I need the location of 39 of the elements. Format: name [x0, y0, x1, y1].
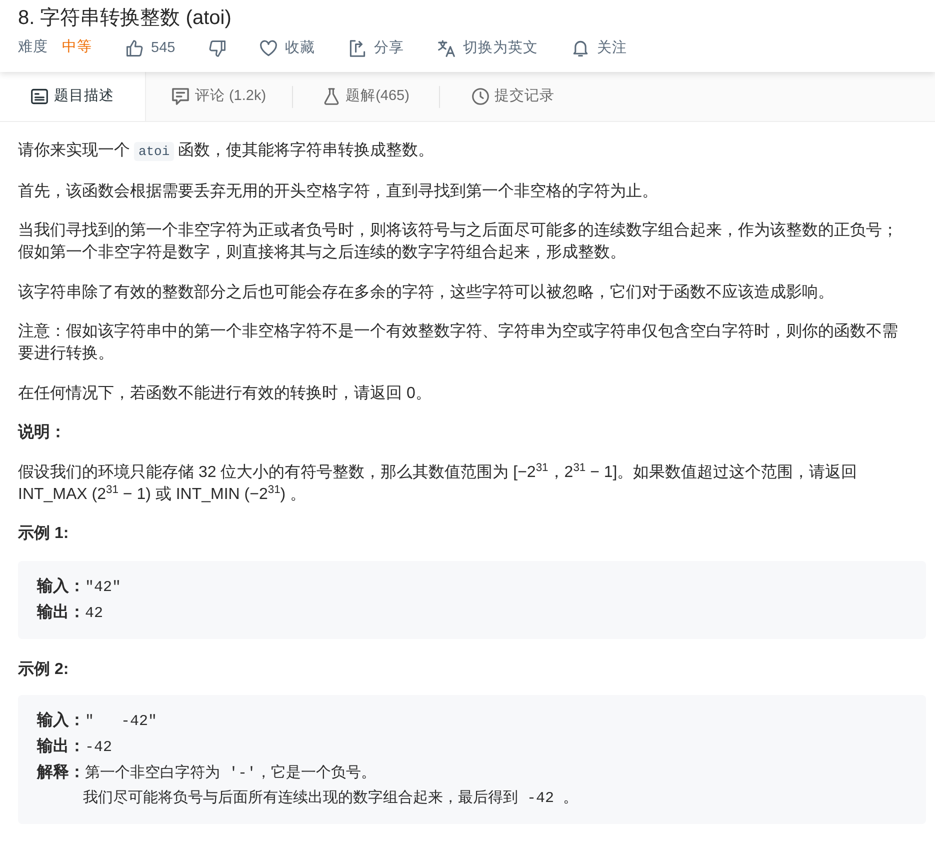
thumbs-up-icon: [126, 40, 143, 56]
difficulty-value: 中等: [62, 38, 92, 58]
follow-button[interactable]: 关注: [572, 38, 628, 58]
favorite-button[interactable]: 收藏: [260, 38, 316, 58]
problem-title: 8. 字符串转换整数 (atoi): [18, 6, 232, 31]
paragraph: 该字符串除了有效的整数部分之后也可能会存在多余的字符，这些字符可以被忽略，它们对于函数不应该造成影响。: [18, 282, 835, 302]
bell-icon: [572, 40, 590, 56]
tab[interactable]: 提交记录: [440, 72, 586, 121]
paragraph: 在任何情况下，若函数不能进行有效的转换时，请返回 0。: [18, 384, 432, 404]
translate-button[interactable]: 切换为英文: [438, 38, 538, 58]
heart-icon: [260, 40, 278, 56]
example-line: 解释：第一个非空白字符为 '-'，它是一个负号。: [37, 762, 378, 784]
paragraph: 假设我们的环境只能存储 32 位大小的有符号整数，那么其数值范围为 [−2$^{31}$，2$^{31}$ − 1]。如果数值超过这个范围，请返回 INT_MAX (2$^{31}$ − 1) 或 INT_MIN (−2$^{31}$) 。: [18, 462, 858, 504]
paragraph: 当我们寻找到的第一个非空字符为正或者负号时，则将该符号与之后面尽可能多的连续数字组合起来，作为该整数的正负号； 假如第一个非空字符是数字，则直接将其与之后连续的数字字符组合起来，形成整数。: [18, 220, 899, 263]
clock-icon: [472, 88, 488, 105]
like-button[interactable]: 545: [126, 38, 176, 58]
example-line: 输入："42": [37, 576, 122, 598]
example-line: 输出：-42: [37, 736, 114, 758]
dislike-button[interactable]: [209, 40, 226, 56]
paragraph: 请你来实现一个 atoi 函数，使其能将字符串转换成整数。: [18, 140, 436, 163]
example-line: 我们尽可能将负号与后面所有连续出现的数字组合起来，最后得到 -42 。: [82, 788, 580, 809]
tab[interactable]: 题目描述: [0, 72, 146, 121]
section-heading: 说明：: [18, 422, 67, 443]
paragraph: 首先，该函数会根据需要丢弃无用的开头空格字符，直到寻找到第一个非空格的字符为止。: [18, 182, 659, 202]
tab[interactable]: 评论 (1.2k): [146, 72, 292, 121]
share-button[interactable]: 分享: [349, 38, 404, 58]
translate-icon: [438, 40, 456, 56]
comment-icon: [172, 88, 189, 105]
section-heading: 示例 1:: [18, 524, 70, 544]
flask-icon: [322, 88, 340, 105]
section-heading: 示例 2:: [18, 660, 70, 680]
share-icon: [349, 40, 366, 56]
thumbs-down-icon: [209, 40, 226, 56]
tab[interactable]: 题解(465): [293, 72, 439, 121]
example-line: 输出：42: [37, 602, 104, 624]
example-line: 输入：" -42": [37, 710, 158, 732]
difficulty-label: 难度: [18, 38, 48, 58]
document-icon: [31, 88, 48, 105]
paragraph: 注意：假如该字符串中的第一个非空格字符不是一个有效整数字符、字符串为空或字符串仅包含空白字符时，则你的函数不需要进行转换。: [18, 322, 899, 364]
